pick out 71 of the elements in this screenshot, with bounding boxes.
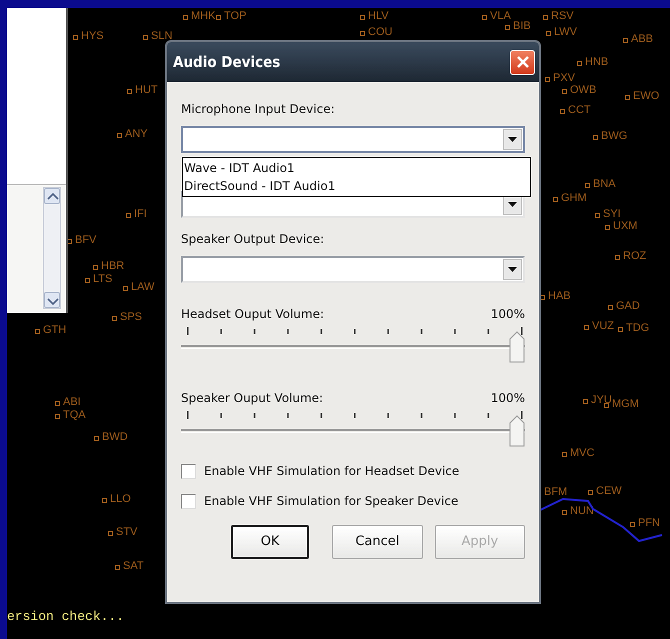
checkbox-label: Enable VHF Simulation for Speaker Device [204, 493, 458, 510]
airport-label: EWO [625, 90, 660, 102]
airport-label: BNA [585, 178, 616, 190]
airport-label: IFI [126, 208, 147, 220]
slider-value: 100% [490, 306, 525, 323]
airport-label: VLA [482, 10, 511, 22]
airport-label: BIB [505, 20, 531, 32]
airport-label: BFV [67, 234, 96, 246]
airport-label: VUZ [584, 320, 614, 332]
airport-label: CCT [560, 104, 591, 116]
airport-label: JYU [583, 394, 612, 406]
airport-label: GTH [35, 324, 66, 336]
airport-label: HBR [93, 260, 124, 272]
slider-label: Speaker Ouput Volume: [181, 390, 324, 407]
airport-label: SLN [143, 30, 172, 42]
airport-label: GAD [608, 300, 640, 312]
airport-label: COU [360, 26, 392, 38]
airport-label: PFN [630, 517, 660, 529]
checkbox-label: Enable VHF Simulation for Headset Device [204, 463, 460, 480]
dropdown-option[interactable]: Wave - IDT Audio1 [184, 159, 529, 177]
airport-label: ABB [623, 33, 654, 45]
dialog-button[interactable]: Cancel [332, 525, 423, 559]
slider-thumb[interactable] [509, 331, 525, 363]
airport-label: ANY [117, 128, 148, 140]
airport-label: HAB [540, 290, 571, 302]
airport-label: NUN [562, 505, 594, 517]
airport-label: LLO [102, 493, 131, 505]
airport-label: LWV [546, 26, 578, 38]
dropdown-option[interactable]: DirectSound - IDT Audio1 [184, 177, 529, 195]
caret-icon [508, 202, 517, 207]
close-button[interactable] [510, 50, 535, 74]
airport-label: HNB [577, 56, 608, 68]
dropdown-field[interactable] [181, 256, 525, 283]
airport-label: TDG [618, 322, 650, 334]
caret-icon [508, 137, 517, 142]
airport-label: OWB [562, 84, 596, 96]
airport-label: TOP [216, 10, 246, 22]
slider-label: Headset Ouput Volume: [181, 306, 324, 323]
airport-label: HYS [73, 30, 104, 42]
airport-label: CEW [588, 485, 622, 497]
airport-label: BWD [94, 431, 128, 443]
airport-label: HUT [127, 84, 158, 96]
airport-label: LAW [123, 281, 154, 293]
airport-label: MVC [562, 447, 594, 459]
checkbox[interactable] [181, 494, 196, 508]
airport-label: LTS [85, 273, 112, 285]
field-label: Speaker Output Device: [181, 231, 326, 248]
airport-label: GHM [553, 192, 587, 204]
scrollbar[interactable] [43, 187, 61, 309]
console-text: ersion check... [7, 609, 126, 624]
checkbox[interactable] [181, 464, 196, 478]
airport-label: STV [108, 526, 138, 538]
window-title: Audio Devices [173, 52, 280, 73]
airport-label: SAT [115, 560, 144, 572]
field-label: Microphone Input Device: [181, 101, 336, 118]
airport-label: BWG [593, 130, 628, 142]
airport-label: SPS [112, 311, 142, 323]
airport-label: ROZ [615, 250, 646, 262]
airport-label: MHK [183, 10, 216, 22]
close-icon [516, 55, 530, 69]
airport-label: RSV [543, 10, 574, 22]
airport-label: PXV [545, 72, 576, 84]
slider-thumb[interactable] [509, 415, 525, 447]
dialog-button[interactable]: OK [231, 525, 310, 559]
airport-label: HLV [360, 10, 389, 22]
airport-label: UXM [605, 220, 638, 232]
airport-label: ABI [55, 396, 81, 408]
airport-label: SYI [595, 208, 621, 220]
slider-value: 100% [490, 390, 525, 407]
airport-label: TQA [55, 409, 86, 421]
caret-icon [508, 267, 517, 272]
